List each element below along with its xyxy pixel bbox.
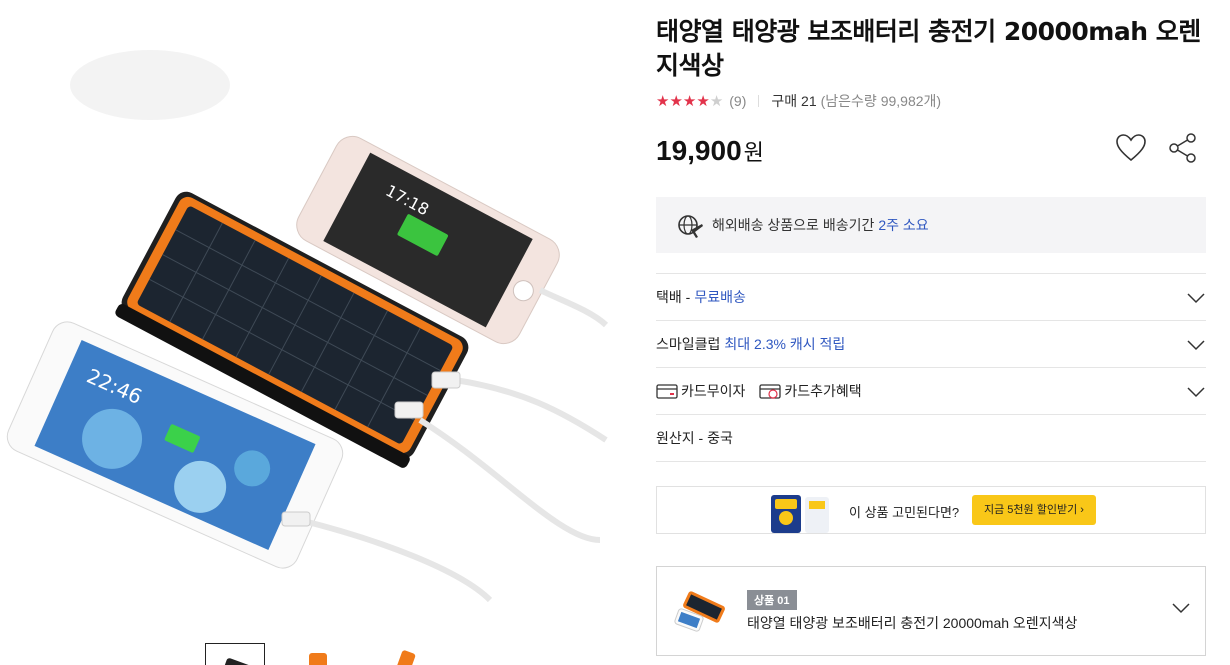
smile-club-value: 최대 2.3% 캐시 적립: [724, 336, 846, 352]
thumbnail-3[interactable]: [369, 643, 429, 665]
credit-card-icon: [656, 384, 678, 399]
selected-product-name: 태양열 태양광 보조배터리 충전기 20000mah 오렌지색상: [747, 615, 1078, 631]
star-rating[interactable]: ★ ★ ★ ★ ★: [656, 94, 723, 109]
card-no-interest[interactable]: 카드무이자: [656, 381, 745, 401]
smile-club-row[interactable]: 스마일클럽 최대 2.3% 캐시 적립: [656, 321, 1206, 368]
heart-icon: [1116, 134, 1146, 162]
selected-product-thumbnail: [672, 580, 734, 642]
card-extra-benefit[interactable]: 카드추가혜택: [759, 381, 862, 401]
chevron-down-icon: [1172, 603, 1190, 614]
rating-row: ★ ★ ★ ★ ★ (9) 구매 21 (남은수량 99,982개): [656, 91, 1206, 111]
review-count[interactable]: (9): [729, 93, 746, 109]
discount-button[interactable]: 지금 5천원 할인받기 ›: [972, 495, 1096, 525]
delivery-value: 무료배송: [694, 289, 746, 305]
card-no-interest-label: 카드무이자: [681, 383, 746, 399]
thumbnail-strip: [205, 643, 429, 665]
overseas-shipping-notice: 해외배송 상품으로 배송기간 2주 소요: [656, 197, 1206, 253]
card-benefit-label: 카드추가혜택: [784, 383, 862, 399]
card-benefit-icon: [759, 384, 782, 399]
selected-product-box[interactable]: 상품 01 태양열 태양광 보조배터리 충전기 20000mah 오렌지색상: [656, 566, 1206, 656]
card-benefit-row[interactable]: 카드무이자 카드추가혜택: [656, 368, 1206, 415]
chevron-down-icon: [1187, 293, 1205, 304]
purchase-count: 구매 21: [771, 93, 817, 109]
delivery-option-row[interactable]: 택배 - 무료배송: [656, 274, 1206, 321]
origin-label: 원산지 - 중국: [656, 430, 733, 446]
promo-card-image: [771, 495, 829, 533]
star-icon: ★: [656, 92, 670, 110]
chevron-down-icon: [1187, 340, 1205, 351]
option-list: 택배 - 무료배송 스마일클럽 최대 2.3% 캐시 적립 카드무이자 카드추가…: [656, 273, 1206, 462]
share-icon: [1169, 133, 1196, 163]
chevron-down-icon: [1187, 387, 1205, 398]
product-title: 태양열 태양광 보조배터리 충전기 20000mah 오렌지색상: [656, 17, 1201, 80]
price: 19,900원: [656, 135, 764, 167]
stock-text: (남은수량 99,982개): [820, 93, 942, 109]
promo-banner[interactable]: 이 상품 고민된다면? 지금 5천원 할인받기 ›: [656, 486, 1206, 534]
shipping-period: 2주 소요: [878, 217, 929, 233]
star-icon: ★: [696, 92, 710, 110]
selected-product-badge: 상품 01: [747, 590, 797, 610]
delivery-label: 택배 -: [656, 289, 691, 305]
thumbnail-1[interactable]: [205, 643, 265, 665]
smile-club-label: 스마일클럽: [656, 336, 721, 352]
product-image-area: 17:18 22:46: [0, 0, 620, 665]
divider: [758, 95, 760, 107]
share-button[interactable]: [1166, 131, 1200, 165]
overseas-shipping-icon: [678, 215, 703, 238]
shipping-text: 해외배송 상품으로 배송기간: [712, 217, 875, 233]
price-value: 19,900: [656, 135, 742, 166]
origin-row: 원산지 - 중국: [656, 415, 1206, 462]
price-row: 19,900원: [656, 131, 1206, 181]
price-unit: 원: [743, 140, 764, 165]
product-info-panel: 태양열 태양광 보조배터리 충전기 20000mah 오렌지색상 ★ ★ ★ ★…: [656, 0, 1206, 656]
star-icon: ★: [669, 92, 683, 110]
product-main-image[interactable]: 17:18 22:46: [0, 0, 620, 640]
star-icon: ★: [682, 92, 697, 110]
wishlist-button[interactable]: [1114, 131, 1148, 165]
promo-question: 이 상품 고민된다면?: [849, 505, 960, 520]
star-icon: ★: [709, 92, 724, 110]
thumbnail-2[interactable]: [287, 643, 347, 665]
